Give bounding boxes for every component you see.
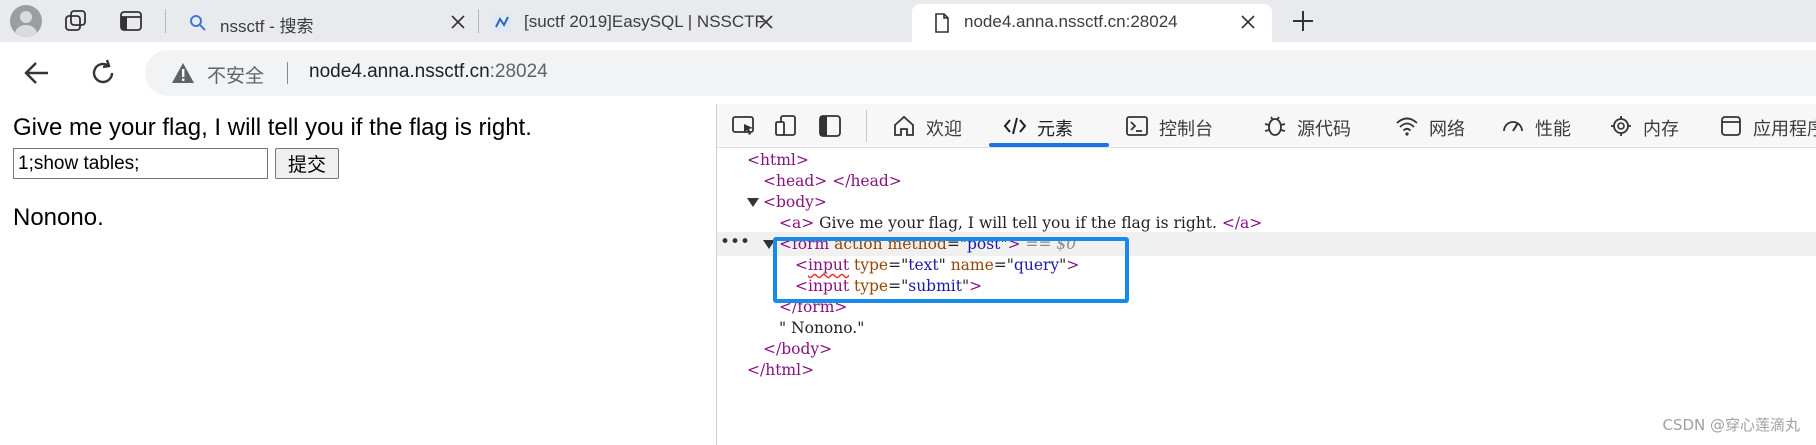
page-icon <box>935 13 949 33</box>
chip-icon <box>1611 116 1631 136</box>
active-tab-indicator <box>989 143 1109 147</box>
warning-icon[interactable] <box>171 62 195 84</box>
more-options-icon[interactable]: ••• <box>720 232 750 252</box>
console-icon <box>1126 116 1148 136</box>
elements-tree: <html> <head> </head> <body> <a> Give me… <box>717 148 1816 445</box>
app-icon <box>1721 116 1741 136</box>
annotation-highlight-box <box>773 237 1129 303</box>
tab-label: 元素 <box>1037 119 1073 140</box>
url-text[interactable]: node4.anna.nssctf.cn:28024 <box>309 61 548 83</box>
browser-tab-bar: nssctf - 搜索 [suctf 2019]EasySQL | NSSCTF… <box>0 0 1816 42</box>
new-tab-icon[interactable] <box>1290 8 1316 34</box>
site-favicon-icon <box>493 14 511 32</box>
home-icon <box>894 115 914 136</box>
dock-side-icon[interactable] <box>817 114 843 138</box>
tab-label: 控制台 <box>1159 119 1213 140</box>
omnibox-divider <box>287 62 288 84</box>
toolbar-divider <box>866 110 867 142</box>
tab-label: 性能 <box>1535 119 1571 140</box>
tab-search[interactable]: nssctf - 搜索 <box>172 4 477 42</box>
query-input[interactable] <box>13 148 268 179</box>
vertical-tabs-icon[interactable] <box>118 8 144 34</box>
page-prompt: Give me your flag, I will tell you if th… <box>13 114 532 141</box>
tab-node4[interactable]: node4.anna.nssctf.cn:28024 <box>912 4 1272 42</box>
dom-tag: <head> <box>763 172 828 190</box>
device-emulation-icon[interactable] <box>773 114 799 138</box>
close-icon[interactable] <box>1240 14 1256 30</box>
gauge-icon <box>1503 121 1523 132</box>
url-port: :28024 <box>489 61 548 82</box>
tab-title: nssctf - 搜索 <box>220 17 314 36</box>
page-viewport: Give me your flag, I will tell you if th… <box>0 104 716 445</box>
dom-tag: </a> <box>1221 214 1263 232</box>
back-icon[interactable] <box>22 58 52 88</box>
bug-icon <box>1264 116 1286 136</box>
collections-icon[interactable] <box>63 8 89 34</box>
tab-label: 网络 <box>1429 119 1465 140</box>
close-icon[interactable] <box>758 14 774 30</box>
devtools-toolbar: 欢迎 元素 控制台 源代码 网络 性能 内存 应用程序 <box>717 104 1816 148</box>
dom-node-html-close[interactable]: </html> <box>717 358 1816 382</box>
tab-label: 源代码 <box>1297 119 1351 140</box>
tab-title: node4.anna.nssctf.cn:28024 <box>964 12 1178 31</box>
inspect-icon[interactable] <box>731 114 757 138</box>
tab-title: [suctf 2019]EasySQL | NSSCTF <box>524 12 765 31</box>
tab-label: 欢迎 <box>926 119 962 140</box>
dom-tag: <a> <box>779 214 815 232</box>
tab-divider <box>478 9 479 33</box>
url-host: node4.anna.nssctf.cn <box>309 61 490 82</box>
watermark: CSDN @穿心莲滴丸 <box>1662 416 1800 434</box>
address-bar-row: 不安全 node4.anna.nssctf.cn:28024 <box>0 42 1816 104</box>
wifi-icon <box>1396 117 1418 136</box>
code-icon <box>1003 117 1027 135</box>
reload-icon[interactable] <box>88 58 118 88</box>
search-icon <box>190 15 206 31</box>
tab-label: 应用程序 <box>1753 119 1816 140</box>
profile-avatar-icon[interactable] <box>10 5 42 37</box>
submit-button[interactable]: 提交 <box>275 148 339 179</box>
tab-nssctf[interactable]: [suctf 2019]EasySQL | NSSCTF <box>480 4 785 42</box>
expand-triangle-icon[interactable] <box>747 198 759 207</box>
dom-text: Give me your flag, I will tell you if th… <box>814 214 1222 232</box>
dom-tag: </html> <box>747 361 815 379</box>
result-text: Nonono. <box>13 204 104 231</box>
insecure-label[interactable]: 不安全 <box>207 61 264 88</box>
close-icon[interactable] <box>450 14 466 30</box>
omnibox[interactable]: 不安全 node4.anna.nssctf.cn:28024 <box>145 50 1816 96</box>
tabbar-divider <box>165 9 166 33</box>
tab-label: 内存 <box>1643 119 1679 140</box>
devtools-panel: 欢迎 元素 控制台 源代码 网络 性能 内存 应用程序 <box>716 104 1816 445</box>
dom-tag: </head> <box>832 172 902 190</box>
